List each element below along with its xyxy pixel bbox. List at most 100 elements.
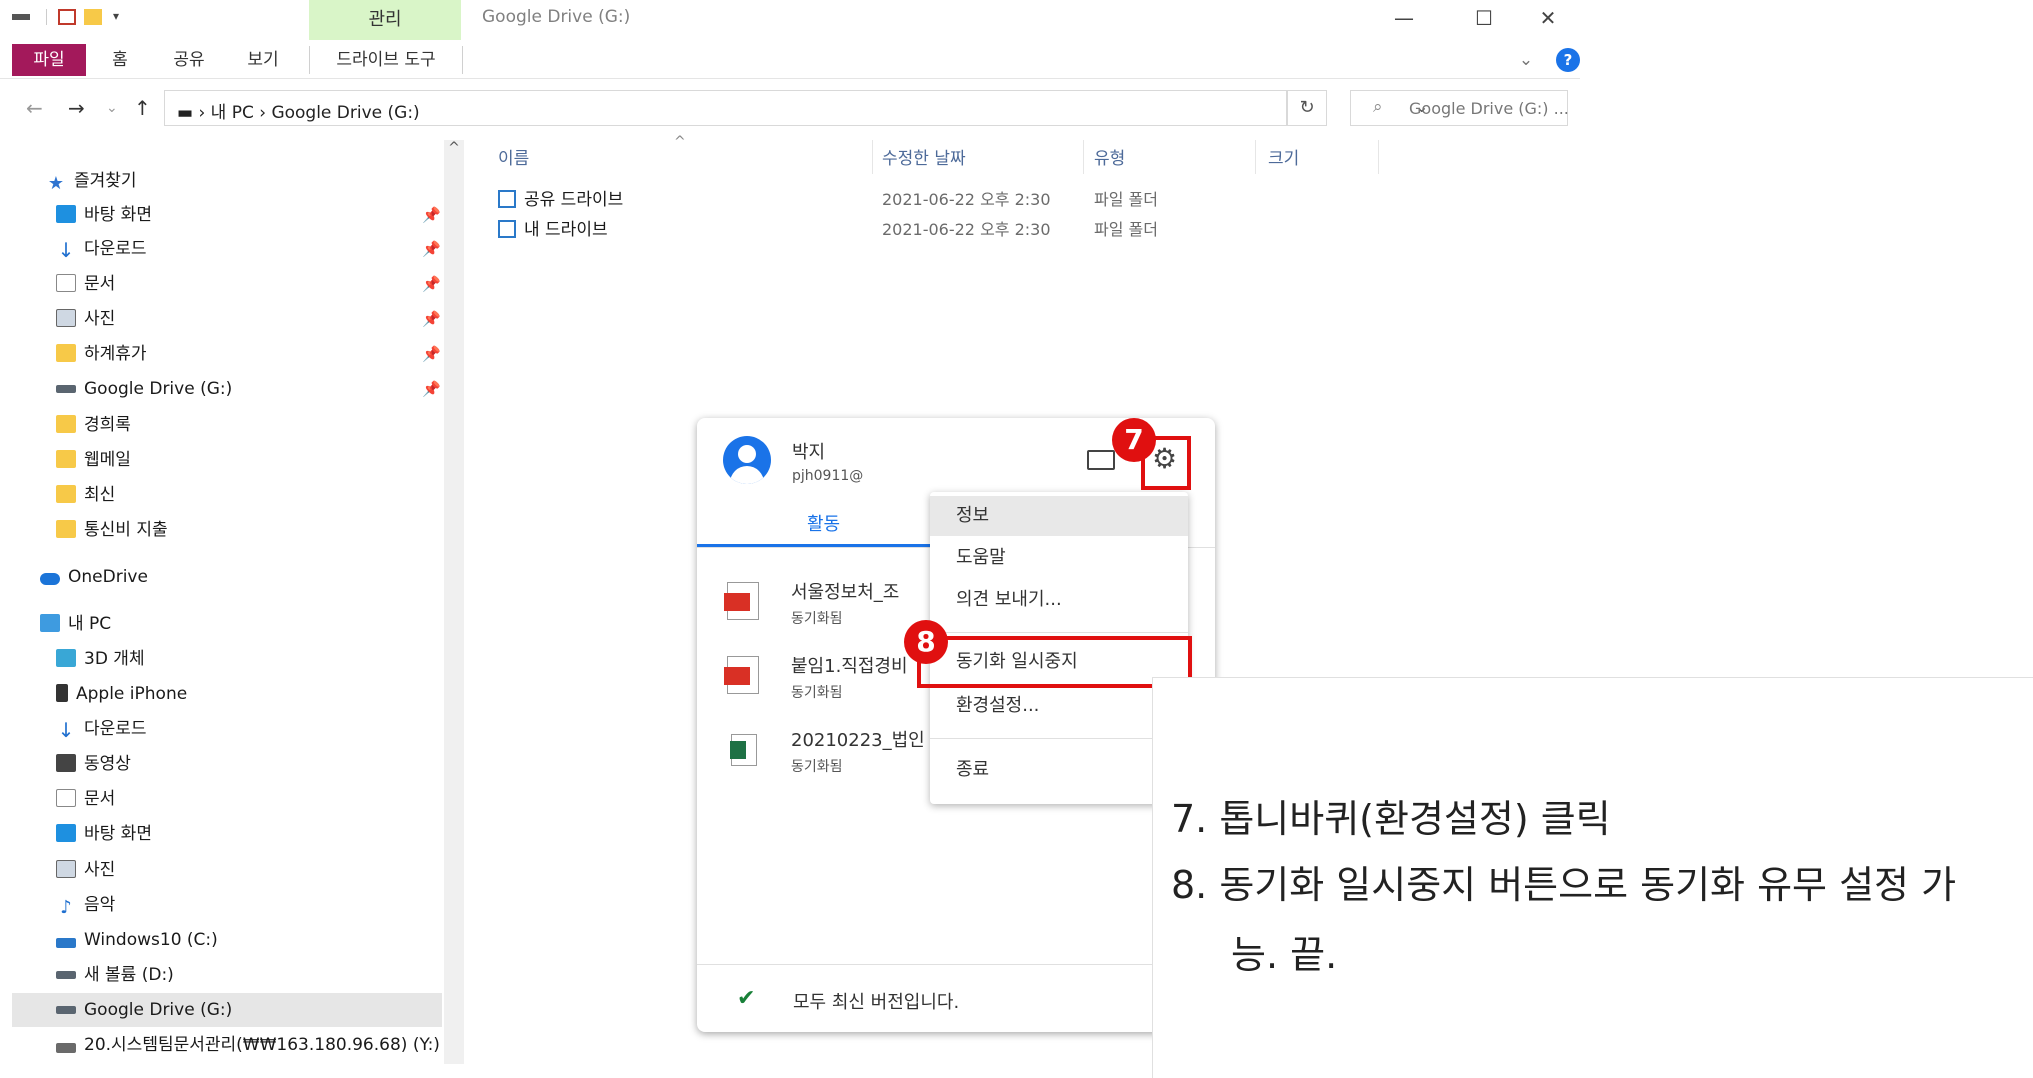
callout-box-pause-sync: [917, 636, 1192, 688]
column-divider[interactable]: [1378, 140, 1379, 174]
sidebar-item-this-pc[interactable]: 내 PC: [40, 607, 111, 641]
sidebar-item-summer-vacation[interactable]: 하계휴가: [56, 337, 147, 371]
address-bar[interactable]: ▬ › 내 PC › Google Drive (G:) ⌄: [164, 90, 1428, 126]
pin-icon[interactable]: 📌: [422, 275, 441, 293]
maximize-button[interactable]: ☐: [1454, 2, 1514, 34]
sidebar-item-latest[interactable]: 최신: [56, 478, 115, 512]
sidebar-item-google-drive-pinned[interactable]: Google Drive (G:): [56, 372, 232, 406]
up-button[interactable]: ↑: [134, 96, 151, 120]
3d-objects-icon: [56, 649, 76, 667]
pin-icon[interactable]: 📌: [422, 206, 441, 224]
sidebar-item-pc-documents[interactable]: 문서: [56, 782, 115, 816]
scroll-up-icon[interactable]: ^: [444, 140, 464, 162]
menu-item-feedback[interactable]: 의견 보내기...: [930, 580, 1188, 620]
sidebar-item-drive-d[interactable]: 새 볼륨 (D:): [56, 958, 174, 992]
column-header-type[interactable]: 유형: [1094, 144, 1125, 169]
sidebar-item-desktop[interactable]: 바탕 화면: [56, 198, 152, 232]
sidebar-item-quick-access[interactable]: ★ 즐겨찾기: [46, 164, 137, 198]
new-folder-icon[interactable]: [84, 9, 102, 25]
tab-share[interactable]: 공유: [166, 46, 212, 74]
menu-item-preferences[interactable]: 환경설정...: [930, 686, 1188, 726]
column-header-date[interactable]: 수정한 날짜: [882, 144, 966, 169]
pin-icon[interactable]: 📌: [422, 380, 441, 398]
tab-view[interactable]: 보기: [240, 46, 286, 74]
sidebar-item-onedrive[interactable]: OneDrive: [40, 560, 148, 594]
pin-icon[interactable]: 📌: [422, 240, 441, 258]
manage-context-tab[interactable]: 관리: [309, 0, 461, 40]
column-divider[interactable]: [1255, 140, 1256, 174]
sidebar-item-label: 3D 개체: [84, 649, 145, 669]
sidebar-item-network-y[interactable]: 20.시스템팀문서관리(₩₩163.180.96.68) (Y:): [56, 1028, 440, 1062]
activity-title: 붙임1.직접경비: [791, 656, 908, 677]
sidebar-item-pictures[interactable]: 사진: [56, 302, 115, 336]
sidebar-scrollbar[interactable]: [444, 140, 464, 1064]
sidebar-item-label: 음악: [84, 895, 116, 915]
help-icon[interactable]: ?: [1556, 48, 1580, 72]
file-row-my-drive[interactable]: 내 드라이브: [498, 215, 608, 245]
file-name: 공유 드라이브: [524, 190, 624, 210]
sidebar-item-pc-desktop[interactable]: 바탕 화면: [56, 817, 152, 851]
title-bar: ▾ 관리 Google Drive (G:) — ☐ ✕: [0, 0, 1580, 40]
account-avatar-icon[interactable]: [723, 436, 771, 484]
menu-item-help[interactable]: 도움말: [930, 538, 1188, 578]
search-box[interactable]: ⌕ Google Drive (G:) ...: [1350, 90, 1569, 126]
column-header-size[interactable]: 크기: [1268, 144, 1299, 169]
drive-small-icon[interactable]: [12, 14, 30, 20]
sidebar-item-folder-1[interactable]: 경희록: [56, 408, 131, 442]
file-type: 파일 폴더: [1094, 220, 1158, 239]
pin-icon[interactable]: 📌: [422, 345, 441, 363]
folder-icon: [56, 415, 76, 433]
sidebar-item-downloads[interactable]: ↓ 다운로드: [56, 232, 147, 266]
sidebar-item-label: 통신비 지출: [84, 520, 168, 540]
sidebar-item-documents[interactable]: 문서: [56, 267, 115, 301]
sidebar-item-drive-c[interactable]: Windows10 (C:): [56, 923, 218, 957]
separator: [46, 9, 47, 25]
callout-badge-7: 7: [1112, 418, 1156, 462]
back-button[interactable]: ←: [26, 96, 43, 120]
sidebar-item-label: Google Drive (G:): [84, 379, 233, 399]
sidebar-item-videos[interactable]: 동영상: [56, 747, 131, 781]
column-divider[interactable]: [1083, 140, 1084, 174]
refresh-button[interactable]: ↻: [1287, 90, 1327, 126]
sidebar-item-music[interactable]: ♪ 음악: [56, 888, 115, 922]
forward-button[interactable]: →: [68, 96, 85, 120]
windows-drive-icon: [56, 938, 76, 948]
properties-icon[interactable]: [58, 9, 76, 25]
ribbon-tabs: 파일 홈 공유 보기 드라이브 도구 ⌄ ?: [0, 40, 1580, 79]
address-path[interactable]: ▬ › 내 PC › Google Drive (G:): [177, 98, 420, 123]
close-button[interactable]: ✕: [1518, 2, 1578, 34]
activity-title: 20210223_법인: [791, 730, 925, 751]
sidebar-item-telecom[interactable]: 통신비 지출: [56, 513, 168, 547]
menu-divider: [930, 632, 1188, 633]
shared-drive-icon: [498, 190, 516, 208]
pictures-icon: [56, 309, 76, 327]
search-placeholder[interactable]: Google Drive (G:) ...: [1409, 99, 1569, 118]
minimize-button[interactable]: —: [1374, 2, 1434, 34]
music-icon: ♪: [60, 897, 72, 918]
drive-icon: [56, 385, 76, 393]
file-date: 2021-06-22 오후 2:30: [882, 190, 1051, 209]
sidebar-item-pc-downloads[interactable]: ↓ 다운로드: [56, 712, 147, 746]
sidebar-item-iphone[interactable]: Apple iPhone: [56, 677, 187, 711]
menu-item-about[interactable]: 정보: [930, 496, 1188, 536]
sidebar-item-3d-objects[interactable]: 3D 개체: [56, 642, 145, 676]
column-divider[interactable]: [872, 140, 873, 174]
tab-drive-tools[interactable]: 드라이브 도구: [309, 46, 463, 74]
tab-activity[interactable]: 활동: [807, 510, 840, 536]
sidebar-item-webmail[interactable]: 웹메일: [56, 443, 131, 477]
sidebar-item-drive-g[interactable]: Google Drive (G:): [12, 993, 442, 1027]
sidebar-item-pc-pictures[interactable]: 사진: [56, 853, 115, 887]
open-folder-icon[interactable]: [1087, 450, 1115, 470]
sidebar-item-label: 동영상: [84, 754, 131, 774]
pin-icon[interactable]: 📌: [422, 310, 441, 328]
menu-item-quit[interactable]: 종료: [930, 750, 1188, 790]
ribbon-collapse-icon[interactable]: ⌄: [1516, 46, 1536, 74]
tab-file[interactable]: 파일: [12, 44, 86, 76]
note-step-8: 8. 동기화 일시중지 버튼으로 동기화 유무 설정 가: [1171, 863, 1957, 907]
column-header-name[interactable]: 이름: [498, 144, 529, 169]
file-row-shared-drive[interactable]: 공유 드라이브: [498, 185, 623, 215]
recent-locations-button[interactable]: ⌄: [106, 100, 118, 116]
quick-access-dropdown-icon[interactable]: ▾: [108, 9, 124, 25]
activity-title: 서울정보처_조: [791, 582, 900, 603]
tab-home[interactable]: 홈: [100, 46, 140, 74]
